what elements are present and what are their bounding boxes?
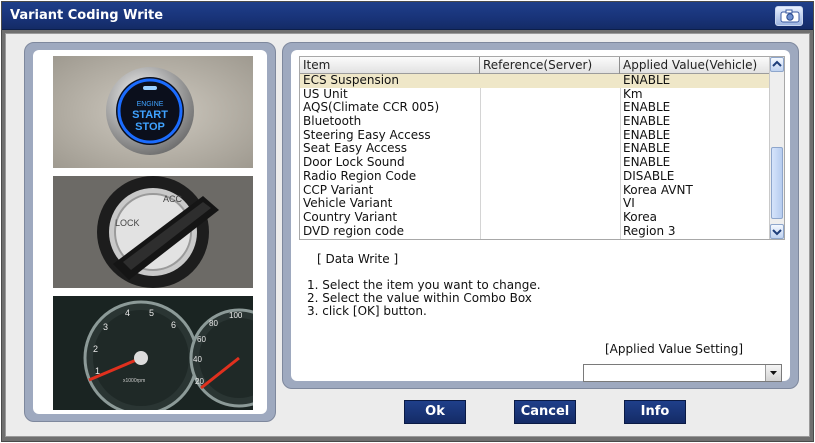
cell-applied-value: Region 3 <box>623 224 676 238</box>
cell-applied-value: Korea <box>623 210 658 224</box>
cell-reference <box>480 184 620 198</box>
table-row[interactable]: Seat Easy Access ENABLE <box>300 142 770 156</box>
cell-reference <box>480 115 620 129</box>
cell-item: Seat Easy Access <box>303 142 408 156</box>
svg-text:LOCK: LOCK <box>115 218 140 228</box>
svg-text:80: 80 <box>209 319 218 328</box>
variant-grid: Item Reference(Server) Applied Value(Veh… <box>299 56 785 240</box>
combo-dropdown-button[interactable] <box>765 365 781 381</box>
table-row[interactable]: Country Variant Korea <box>300 211 770 225</box>
svg-text:2: 2 <box>93 344 98 354</box>
svg-text:60: 60 <box>197 335 206 344</box>
scroll-thumb[interactable] <box>771 147 783 219</box>
cell-item: Steering Easy Access <box>303 128 431 142</box>
cell-reference <box>480 225 620 239</box>
cell-reference <box>480 142 620 156</box>
cell-reference <box>480 197 620 211</box>
cell-item: US Unit <box>303 87 348 101</box>
reference-images-panel: ENGINE START STOP ACC LOCK 1 2 3 4 5 6 2… <box>24 42 276 422</box>
cell-item: CCP Variant <box>303 183 374 197</box>
chevron-down-icon <box>772 229 782 236</box>
svg-text:5: 5 <box>149 308 154 318</box>
camera-button[interactable] <box>775 6 803 26</box>
data-write-heading: [ Data Write ] <box>317 252 399 266</box>
instruction-step-2: 2. Select the value within Combo Box <box>307 291 532 305</box>
cell-reference <box>480 211 620 225</box>
dropdown-arrow-icon <box>770 371 777 375</box>
svg-text:START: START <box>132 109 168 121</box>
cell-reference <box>480 129 620 143</box>
svg-text:100: 100 <box>229 311 243 320</box>
grid-rows: ECS Suspension ENABLE US Unit Km AQS(Climate… <box>300 74 770 238</box>
scroll-down-button[interactable] <box>770 224 784 239</box>
cell-applied-value: ENABLE <box>623 74 671 87</box>
cell-applied-value: VI <box>623 197 635 211</box>
ok-button[interactable]: Ok <box>404 400 466 424</box>
cell-applied-value: ENABLE <box>623 156 671 170</box>
coding-panel: Item Reference(Server) Applied Value(Veh… <box>282 42 799 389</box>
svg-text:3: 3 <box>103 322 108 332</box>
applied-value-combo[interactable] <box>583 364 782 382</box>
svg-text:4: 4 <box>125 308 130 318</box>
table-row[interactable]: US Unit Km <box>300 88 770 102</box>
dialog-client: ENGINE START STOP ACC LOCK 1 2 3 4 5 6 2… <box>5 33 810 437</box>
instruction-step-1: 1. Select the item you want to change. <box>307 278 541 292</box>
instruction-step-3: 3. click [OK] button. <box>307 304 427 318</box>
info-button[interactable]: Info <box>624 400 686 424</box>
cell-reference <box>480 74 620 88</box>
ignition-key-image: ACC LOCK <box>53 176 253 288</box>
svg-text:6: 6 <box>171 320 176 330</box>
variant-coding-window: Variant Coding Write ENGINE START STOP A… <box>1 1 814 442</box>
table-row[interactable]: DVD region code Region 3 <box>300 225 770 239</box>
table-row[interactable]: Radio Region Code DISABLE <box>300 170 770 184</box>
start-stop-button-image: ENGINE START STOP <box>53 56 253 168</box>
cell-applied-value: ENABLE <box>623 128 671 142</box>
table-row[interactable]: Steering Easy Access ENABLE <box>300 129 770 143</box>
cell-applied-value: Korea AVNT <box>623 183 693 197</box>
cell-applied-value: ENABLE <box>623 115 671 129</box>
cell-item: Vehicle Variant <box>303 197 393 211</box>
cell-applied-value: Km <box>623 87 643 101</box>
table-row[interactable]: Bluetooth ENABLE <box>300 115 770 129</box>
chevron-up-icon <box>772 60 782 67</box>
cell-item: Radio Region Code <box>303 169 417 183</box>
title-bar: Variant Coding Write <box>2 2 813 30</box>
applied-value-setting-label: [Applied Value Setting] <box>605 342 744 356</box>
cell-item: ECS Suspension <box>303 74 400 87</box>
table-row[interactable]: CCP Variant Korea AVNT <box>300 184 770 198</box>
cell-applied-value: DISABLE <box>623 169 675 183</box>
table-row[interactable]: AQS(Climate CCR 005) ENABLE <box>300 101 770 115</box>
column-header-item[interactable]: Item <box>300 57 480 74</box>
cell-reference <box>480 156 620 170</box>
svg-text:40: 40 <box>193 355 202 364</box>
scroll-up-button[interactable] <box>770 57 784 72</box>
svg-text:ENGINE: ENGINE <box>137 101 164 108</box>
cell-item: Country Variant <box>303 210 398 224</box>
table-row[interactable]: ECS Suspension ENABLE <box>300 74 770 88</box>
grid-scrollbar[interactable] <box>769 57 784 239</box>
cell-applied-value: ENABLE <box>623 101 671 115</box>
cell-reference <box>480 88 620 102</box>
grid-header: Item Reference(Server) Applied Value(Veh… <box>300 57 770 74</box>
cell-item: Bluetooth <box>303 115 362 129</box>
cell-reference <box>480 101 620 115</box>
table-row[interactable]: Door Lock Sound ENABLE <box>300 156 770 170</box>
svg-text:STOP: STOP <box>135 121 165 133</box>
cell-item: Door Lock Sound <box>303 156 405 170</box>
cell-reference <box>480 170 620 184</box>
window-title: Variant Coding Write <box>10 8 164 23</box>
cell-item: DVD region code <box>303 224 404 238</box>
column-header-applied[interactable]: Applied Value(Vehicle) <box>620 57 770 74</box>
instrument-cluster-image: 1 2 3 4 5 6 20 40 60 80 100 x1000rpm <box>53 296 253 410</box>
cell-applied-value: ENABLE <box>623 142 671 156</box>
camera-icon <box>780 9 800 23</box>
svg-text:x1000rpm: x1000rpm <box>123 378 145 384</box>
svg-text:ACC: ACC <box>163 194 183 204</box>
cancel-button[interactable]: Cancel <box>514 400 576 424</box>
cell-item: AQS(Climate CCR 005) <box>303 101 440 115</box>
column-header-reference[interactable]: Reference(Server) <box>480 57 620 74</box>
table-row[interactable]: Vehicle Variant VI <box>300 197 770 211</box>
